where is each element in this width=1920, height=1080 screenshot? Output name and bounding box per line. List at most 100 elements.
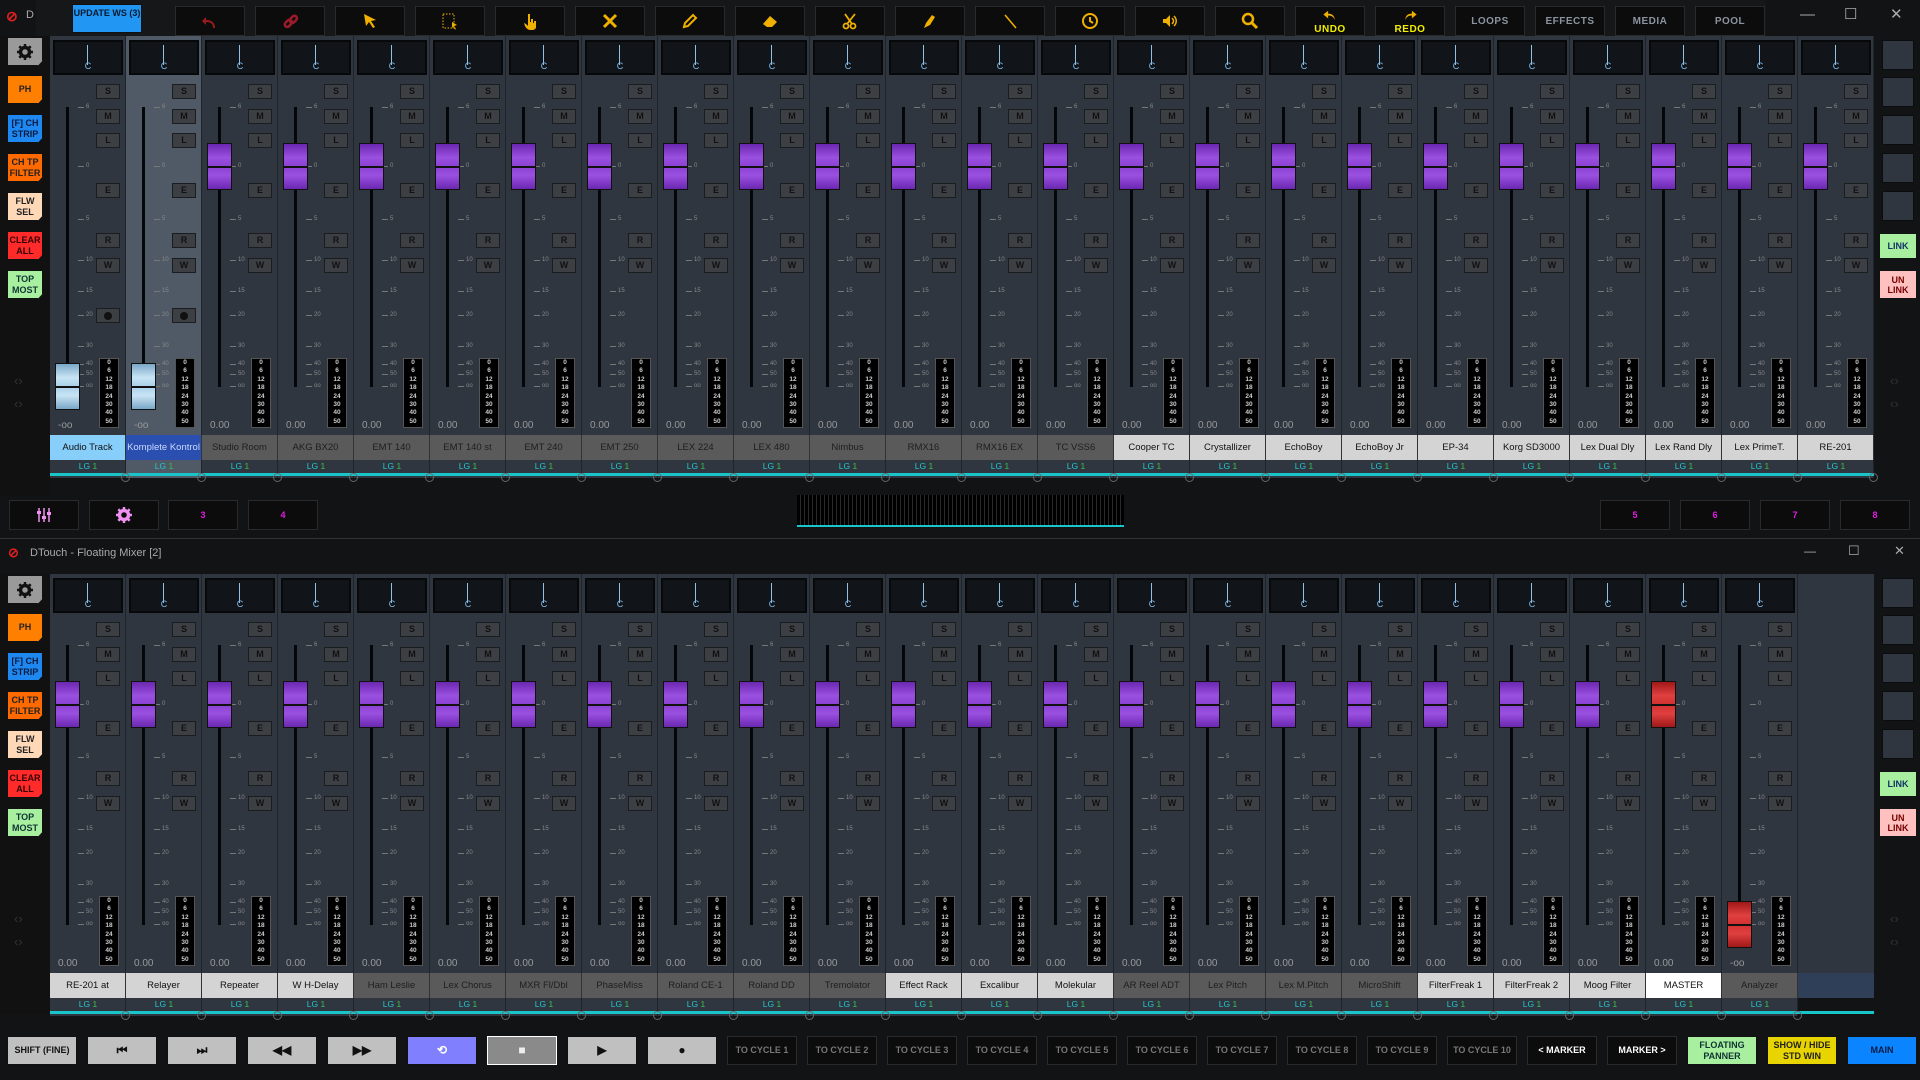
- write-button[interactable]: W: [324, 796, 348, 811]
- channel-name[interactable]: EMT 250: [582, 435, 658, 460]
- write-button[interactable]: W: [96, 258, 120, 273]
- mute-button[interactable]: M: [324, 647, 348, 662]
- link-node[interactable]: [121, 473, 130, 482]
- mute-button[interactable]: M: [1540, 647, 1564, 662]
- fader-handle[interactable]: [1651, 681, 1676, 728]
- write-button[interactable]: W: [1616, 258, 1640, 273]
- pan-knob[interactable]: C: [813, 40, 883, 75]
- edit-button[interactable]: E: [248, 721, 272, 736]
- fader-handle[interactable]: [587, 681, 612, 728]
- edit-button[interactable]: E: [172, 183, 196, 198]
- mute-button[interactable]: M: [552, 647, 576, 662]
- solo-button[interactable]: S: [932, 622, 956, 637]
- solo-button[interactable]: S: [628, 622, 652, 637]
- listen-button[interactable]: L: [1616, 133, 1640, 148]
- listen-button[interactable]: L: [248, 133, 272, 148]
- fader-handle[interactable]: [1499, 143, 1524, 190]
- edit-button[interactable]: E: [1692, 183, 1716, 198]
- read-button[interactable]: R: [780, 233, 804, 248]
- fader-handle[interactable]: [1803, 143, 1828, 190]
- link-group-label[interactable]: LG 1: [1114, 461, 1190, 471]
- pan-knob[interactable]: C: [813, 578, 883, 613]
- link-node[interactable]: [1641, 473, 1650, 482]
- select-rect-button[interactable]: [415, 6, 485, 36]
- edit-button[interactable]: E: [1844, 183, 1868, 198]
- solo-button[interactable]: S: [1008, 622, 1032, 637]
- pan-knob[interactable]: C: [509, 578, 579, 613]
- read-button[interactable]: R: [1540, 771, 1564, 786]
- edit-button[interactable]: E: [552, 183, 576, 198]
- listen-button[interactable]: L: [780, 133, 804, 148]
- channel-name[interactable]: Lex M.Pitch: [1266, 973, 1342, 998]
- write-button[interactable]: W: [932, 796, 956, 811]
- record-button[interactable]: ●: [647, 1036, 717, 1065]
- solo-button[interactable]: S: [1160, 84, 1184, 99]
- read-button[interactable]: R: [1540, 233, 1564, 248]
- fader-handle[interactable]: [739, 681, 764, 728]
- pan-knob[interactable]: C: [1269, 578, 1339, 613]
- mute-button[interactable]: M: [1464, 109, 1488, 124]
- settings-button[interactable]: [7, 575, 43, 604]
- fader-handle[interactable]: [1195, 681, 1220, 728]
- mute-button[interactable]: M: [932, 109, 956, 124]
- mute-button[interactable]: M: [1388, 109, 1412, 124]
- link-node[interactable]: [121, 1011, 130, 1020]
- solo-button[interactable]: S: [1236, 622, 1260, 637]
- fader-handle[interactable]: [359, 681, 384, 728]
- solo-button[interactable]: S: [1312, 84, 1336, 99]
- page-3-button[interactable]: 3: [168, 500, 238, 530]
- flw-sel-button[interactable]: FLW SEL: [7, 192, 43, 221]
- link-group-label[interactable]: LG 1: [430, 999, 506, 1009]
- right-slot-button[interactable]: [1882, 115, 1914, 145]
- mute-button[interactable]: M: [400, 109, 424, 124]
- link-group-label[interactable]: LG 1: [354, 999, 430, 1009]
- ph-button[interactable]: PH: [7, 613, 43, 642]
- link-group-label[interactable]: LG 1: [1798, 461, 1874, 471]
- link-node[interactable]: [1565, 1011, 1574, 1020]
- edit-button[interactable]: E: [704, 721, 728, 736]
- link-node[interactable]: [1413, 473, 1422, 482]
- listen-button[interactable]: L: [1616, 671, 1640, 686]
- pan-knob[interactable]: C: [433, 578, 503, 613]
- overview-meter[interactable]: [797, 495, 1124, 527]
- to-cycle-7-button[interactable]: TO CYCLE 7: [1207, 1036, 1277, 1065]
- edit-button[interactable]: E: [324, 721, 348, 736]
- link-node[interactable]: [1717, 473, 1726, 482]
- link-group-label[interactable]: LG 1: [50, 999, 126, 1009]
- read-button[interactable]: R: [1084, 233, 1108, 248]
- solo-button[interactable]: S: [1160, 622, 1184, 637]
- link-node[interactable]: [881, 473, 890, 482]
- pan-knob[interactable]: C: [357, 578, 427, 613]
- link-node[interactable]: [1261, 1011, 1270, 1020]
- write-button[interactable]: W: [1540, 796, 1564, 811]
- read-button[interactable]: R: [476, 233, 500, 248]
- mute-button[interactable]: M: [1084, 647, 1108, 662]
- write-button[interactable]: W: [172, 796, 196, 811]
- link-group-label[interactable]: LG 1: [430, 461, 506, 471]
- write-button[interactable]: W: [96, 796, 120, 811]
- page-8-button[interactable]: 8: [1840, 500, 1910, 530]
- show-hide-std-win-button[interactable]: SHOW / HIDE STD WIN: [1767, 1036, 1837, 1065]
- link-node[interactable]: [273, 473, 282, 482]
- link-node[interactable]: [653, 473, 662, 482]
- listen-button[interactable]: L: [628, 671, 652, 686]
- link-group-label[interactable]: LG 1: [962, 999, 1038, 1009]
- ch-tp-filter-button[interactable]: CH TP FILTER: [7, 153, 43, 182]
- solo-button[interactable]: S: [932, 84, 956, 99]
- pan-knob[interactable]: C: [53, 40, 123, 75]
- top-most-button[interactable]: TOP MOST: [7, 270, 43, 299]
- mute-button[interactable]: M: [96, 109, 120, 124]
- pan-knob[interactable]: C: [281, 40, 351, 75]
- link-node[interactable]: [1033, 1011, 1042, 1020]
- pencil-button[interactable]: [655, 6, 725, 36]
- solo-button[interactable]: S: [704, 84, 728, 99]
- right-slot-button[interactable]: [1882, 191, 1914, 221]
- solo-button[interactable]: S: [248, 84, 272, 99]
- pan-knob[interactable]: C: [1801, 40, 1871, 75]
- pan-knob[interactable]: C: [129, 578, 199, 613]
- listen-button[interactable]: L: [1388, 671, 1412, 686]
- fader-handle[interactable]: [739, 143, 764, 190]
- mute-button[interactable]: M: [1464, 647, 1488, 662]
- read-button[interactable]: R: [1692, 771, 1716, 786]
- to-cycle-1-button[interactable]: TO CYCLE 1: [727, 1036, 797, 1065]
